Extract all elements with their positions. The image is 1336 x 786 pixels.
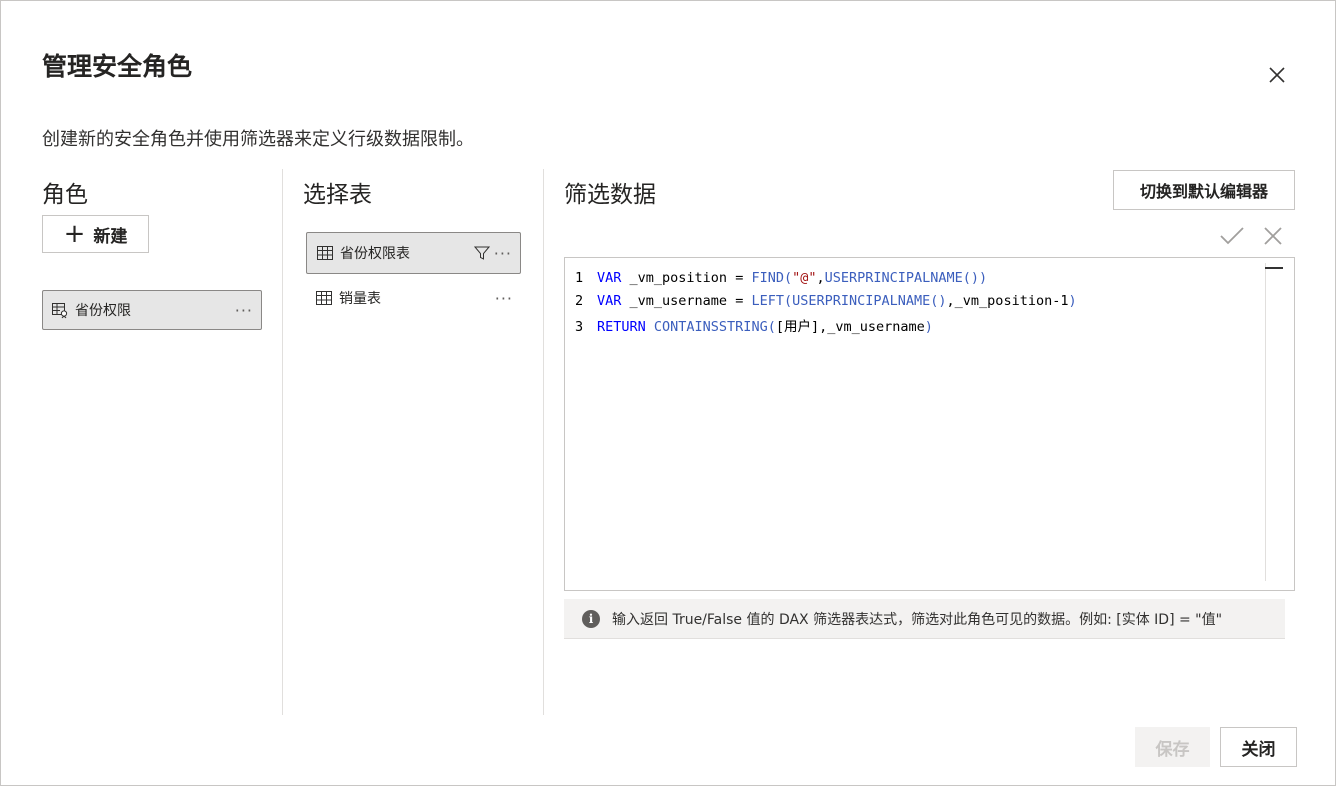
table-label: 销量表 [339, 291, 381, 307]
code-token: _vm_position [954, 292, 1053, 309]
code-token: _vm_position [629, 270, 728, 286]
line-number: 1 [575, 270, 584, 286]
plus-icon: + [63, 219, 86, 249]
table-more-button[interactable]: ··· [495, 289, 513, 308]
close-icon[interactable] [1265, 63, 1289, 87]
code-token: = [727, 270, 752, 286]
table-label: 省份权限表 [340, 246, 410, 262]
code-token: USERPRINCIPALNAME [824, 270, 963, 286]
code-token: () [930, 292, 947, 309]
table-item-sales[interactable]: 销量表 ··· [306, 277, 521, 319]
roles-heading: 角色 [42, 182, 88, 208]
code-token: _vm_username [827, 319, 925, 335]
close-button[interactable]: 关闭 [1220, 727, 1297, 767]
code-token: = [727, 292, 752, 309]
line-number: 2 [575, 292, 584, 309]
code-token: _vm_username [629, 292, 728, 309]
role-icon [51, 301, 69, 319]
cancel-icon[interactable] [1263, 226, 1283, 250]
code-token: RETURN [597, 319, 654, 335]
code-line[interactable]: 1 VAR _vm_position = FIND("@",USERPRINCIP… [575, 270, 987, 286]
code-line[interactable]: 2 VAR _vm_username = LEFT(USERPRINCIPALNA… [575, 293, 1077, 309]
editor-scrollbar[interactable] [1265, 263, 1266, 581]
code-token: VAR [597, 270, 630, 286]
info-bar: i 输入返回 True/False 值的 DAX 筛选器表达式，筛选对此角色可见… [564, 599, 1285, 639]
code-token: , [816, 270, 825, 286]
dialog-subtitle: 创建新的安全角色并使用筛选器来定义行级数据限制。 [42, 129, 474, 150]
column-divider [282, 169, 283, 715]
code-token: FIND( [751, 270, 793, 286]
line-number: 3 [575, 319, 584, 335]
dax-code-editor[interactable]: 1 VAR _vm_position = FIND("@",USERPRINCIP… [564, 257, 1295, 591]
role-item-province[interactable]: 省份权限 ··· [42, 290, 262, 330]
new-role-label: 新建 [93, 226, 128, 247]
code-token: LEFT( [751, 292, 793, 309]
dialog-title: 管理安全角色 [42, 52, 193, 81]
code-token: "@" [792, 270, 817, 286]
new-role-button[interactable]: + 新建 [42, 215, 149, 253]
info-text: 输入返回 True/False 值的 DAX 筛选器表达式，筛选对此角色可见的数… [612, 611, 1223, 628]
manage-roles-dialog: 管理安全角色 创建新的安全角色并使用筛选器来定义行级数据限制。 角色 + 新建 … [0, 0, 1336, 786]
check-icon[interactable] [1219, 225, 1245, 251]
code-token: CONTAINSSTRING( [653, 319, 776, 335]
table-icon [316, 244, 334, 262]
table-item-province[interactable]: 省份权限表 ··· [306, 232, 521, 274]
filter-heading: 筛选数据 [564, 182, 656, 208]
role-label: 省份权限 [75, 303, 131, 319]
info-icon: i [582, 609, 600, 628]
tables-heading: 选择表 [303, 182, 372, 208]
table-more-button[interactable]: ··· [494, 244, 512, 263]
code-token: , [946, 292, 955, 309]
column-divider [543, 169, 544, 715]
role-more-button[interactable]: ··· [235, 301, 253, 320]
switch-editor-button[interactable]: 切换到默认编辑器 [1113, 170, 1295, 210]
code-token: USERPRINCIPALNAME [792, 292, 931, 309]
code-line[interactable]: 3 RETURN CONTAINSSTRING([用户],_vm_username… [575, 315, 933, 335]
save-button[interactable]: 保存 [1135, 727, 1210, 767]
minimap-indicator [1265, 267, 1283, 269]
code-token: , [819, 319, 828, 335]
code-token: ) [924, 319, 933, 335]
code-token: VAR [597, 292, 630, 309]
code-token: ()) [962, 270, 988, 286]
code-token: [用户] [775, 319, 820, 335]
filter-icon [473, 245, 490, 261]
table-icon [315, 289, 333, 307]
code-token: -1 [1052, 292, 1069, 309]
code-token: ) [1068, 292, 1077, 309]
